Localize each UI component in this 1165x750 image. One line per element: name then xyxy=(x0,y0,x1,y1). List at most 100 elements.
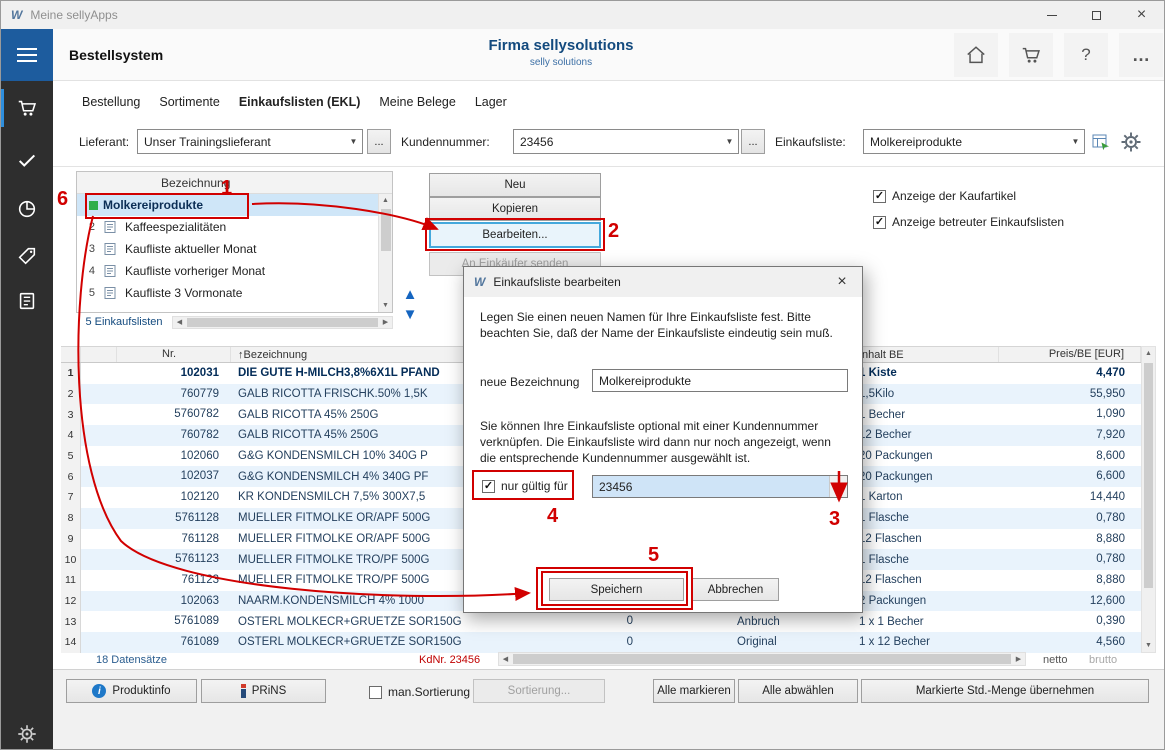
dialog-info-text: Sie können Ihre Einkaufsliste optional m… xyxy=(480,419,818,433)
sidebar-item-catalog[interactable] xyxy=(1,284,53,318)
kopieren-button[interactable]: Kopieren xyxy=(429,197,601,221)
column-header-inhalt[interactable]: Inhalt BE xyxy=(851,347,999,362)
sidebar-item-statistics[interactable] xyxy=(1,192,53,226)
tab-meine-belege[interactable]: Meine Belege xyxy=(378,93,456,111)
record-count: 18 Datensätze xyxy=(96,654,167,666)
sidebar-item-offers[interactable] xyxy=(1,239,53,273)
sidebar-item-tasks[interactable] xyxy=(1,143,53,177)
home-icon xyxy=(965,44,987,66)
separator xyxy=(53,166,1165,167)
move-down-button[interactable]: ▼ xyxy=(400,304,420,324)
lieferant-select[interactable]: Unser Trainingslieferant ▼ xyxy=(137,129,363,154)
dialog-intro-text: beachten Sie, daß der Name der Einkaufsl… xyxy=(480,326,833,340)
kundennummer-browse-button[interactable]: ... xyxy=(741,129,765,154)
neu-button[interactable]: Neu xyxy=(429,173,601,197)
column-header-nr[interactable]: Nr. xyxy=(117,347,231,362)
list-item-molkereiprodukte[interactable]: Molkereiprodukte xyxy=(77,194,392,216)
kundennummer-select[interactable]: 23456 ▼ xyxy=(513,129,739,154)
tab-bar: Bestellung Sortimente Einkaufslisten (EK… xyxy=(81,93,508,111)
list-item[interactable]: 2 Kaffeespezialitäten xyxy=(77,216,392,238)
einkaufsliste-bearbeiten-dialog: W Einkaufsliste bearbeiten × Legen Sie e… xyxy=(463,266,863,613)
alle-abwaehlen-button[interactable]: Alle abwählen xyxy=(738,679,858,703)
scrollbar-thumb[interactable] xyxy=(513,654,1011,664)
column-header-preis[interactable]: Preis/BE [EUR] xyxy=(999,347,1141,362)
move-up-button[interactable]: ▲ xyxy=(400,284,420,304)
annotation-step-6: 6 xyxy=(57,188,68,211)
scroll-left-icon[interactable]: ◀ xyxy=(173,318,186,326)
dialog-info-text: verknüpfen. Die Einkaufsliste wird dann … xyxy=(480,435,831,449)
man-sortierung-checkbox[interactable]: man.Sortierung xyxy=(369,685,470,699)
dialog-close-button[interactable]: × xyxy=(822,267,862,296)
prins-button[interactable]: PRiNS xyxy=(201,679,326,703)
more-options-button[interactable]: … xyxy=(1119,33,1163,77)
alle-markieren-button[interactable]: Alle markieren xyxy=(653,679,735,703)
list-item[interactable]: 5 Kaufliste 3 Vormonate xyxy=(77,282,392,304)
company-subtitle: selly solutions xyxy=(401,57,721,68)
list-vertical-scrollbar[interactable]: ▲ ▼ xyxy=(378,194,392,312)
netto-toggle[interactable]: netto xyxy=(1043,654,1067,666)
abbrechen-button[interactable]: Abbrechen xyxy=(692,578,779,601)
table-vertical-scrollbar[interactable]: ▲ ▼ xyxy=(1141,346,1156,653)
menu-button[interactable] xyxy=(1,29,53,81)
scroll-right-icon[interactable]: ▶ xyxy=(1012,655,1025,663)
dialog-title: Einkaufsliste bearbeiten xyxy=(493,275,620,289)
speichern-button[interactable]: Speichern xyxy=(549,578,684,601)
scroll-down-icon[interactable]: ▼ xyxy=(1142,639,1155,652)
gear-icon xyxy=(1119,130,1143,154)
anzeige-kaufartikel-checkbox[interactable]: ✓ Anzeige der Kaufartikel xyxy=(873,189,1016,203)
bearbeiten-button[interactable]: Bearbeiten... xyxy=(429,222,601,248)
close-button[interactable]: × xyxy=(1119,1,1164,29)
list-horizontal-scrollbar[interactable]: ◀ ▶ xyxy=(172,316,393,329)
scroll-left-icon[interactable]: ◀ xyxy=(499,655,512,663)
book-icon xyxy=(16,290,38,312)
app-window: W Meine sellyApps × Bestellsys xyxy=(0,0,1165,750)
list-settings-button[interactable] xyxy=(1119,130,1143,157)
scroll-up-icon[interactable]: ▲ xyxy=(379,194,392,207)
tab-bestellung[interactable]: Bestellung xyxy=(81,93,141,111)
table-row[interactable]: 14761089OSTERL MOLKECR+GRUETZE SOR150G0O… xyxy=(61,632,1141,653)
name-input[interactable]: Molkereiprodukte xyxy=(592,369,848,392)
maximize-icon xyxy=(1092,11,1101,20)
list-item[interactable]: 3 Kaufliste aktueller Monat xyxy=(77,238,392,260)
scrollbar-thumb[interactable] xyxy=(187,318,378,327)
tag-icon xyxy=(16,245,38,267)
scroll-right-icon[interactable]: ▶ xyxy=(379,318,392,326)
std-menge-uebernehmen-button[interactable]: Markierte Std.-Menge übernehmen xyxy=(861,679,1149,703)
tab-lager[interactable]: Lager xyxy=(474,93,508,111)
minimize-button[interactable] xyxy=(1029,1,1074,29)
list-column-header[interactable]: Bezeichnung xyxy=(77,172,392,194)
close-icon: × xyxy=(837,273,846,291)
annotation-step-2: 2 xyxy=(608,220,619,243)
export-list-button[interactable] xyxy=(1091,132,1111,155)
company-title-block: Firma sellysolutions selly solutions xyxy=(401,37,721,68)
einkaufsliste-select[interactable]: Molkereiprodukte ▼ xyxy=(863,129,1085,154)
sortierung-button[interactable]: Sortierung... xyxy=(473,679,605,703)
sidebar-item-settings[interactable] xyxy=(1,717,53,750)
sidebar-item-cart[interactable] xyxy=(1,91,53,125)
info-icon: i xyxy=(92,684,106,698)
header-cart-button[interactable] xyxy=(1009,33,1053,77)
minimize-icon xyxy=(1047,15,1057,16)
tab-einkaufslisten[interactable]: Einkaufslisten (EKL) xyxy=(238,93,362,111)
scroll-up-icon[interactable]: ▲ xyxy=(1142,347,1155,360)
anzeige-betreute-checkbox[interactable]: ✓ Anzeige betreuter Einkaufslisten xyxy=(873,215,1064,229)
dialog-kundennummer-select[interactable]: 23456 ▼ xyxy=(592,475,848,498)
scrollbar-thumb[interactable] xyxy=(381,209,391,251)
checkbox-unchecked xyxy=(369,686,382,699)
table-horizontal-scrollbar[interactable]: ◀ ▶ xyxy=(498,652,1026,666)
produktinfo-button[interactable]: i Produktinfo xyxy=(66,679,197,703)
help-button[interactable]: ? xyxy=(1064,33,1108,77)
list-item[interactable]: 4 Kaufliste vorheriger Monat xyxy=(77,260,392,282)
maximize-button[interactable] xyxy=(1074,1,1119,29)
brutto-toggle[interactable]: brutto xyxy=(1089,654,1117,666)
home-button[interactable] xyxy=(954,33,998,77)
scroll-down-icon[interactable]: ▼ xyxy=(379,299,392,312)
dialog-info-text: die entsprechende Kundennummer ausgewähl… xyxy=(480,451,750,465)
tab-sortimente[interactable]: Sortimente xyxy=(158,93,220,111)
window-title: Meine sellyApps xyxy=(30,8,117,22)
nur-gueltig-fuer-checkbox[interactable]: ✓ nur gültig für xyxy=(482,479,568,493)
cart-icon xyxy=(16,97,38,119)
scrollbar-thumb[interactable] xyxy=(1144,363,1153,588)
table-row[interactable]: 135761089OSTERL MOLKECR+GRUETZE SOR150G0… xyxy=(61,611,1141,632)
lieferant-browse-button[interactable]: ... xyxy=(367,129,391,154)
